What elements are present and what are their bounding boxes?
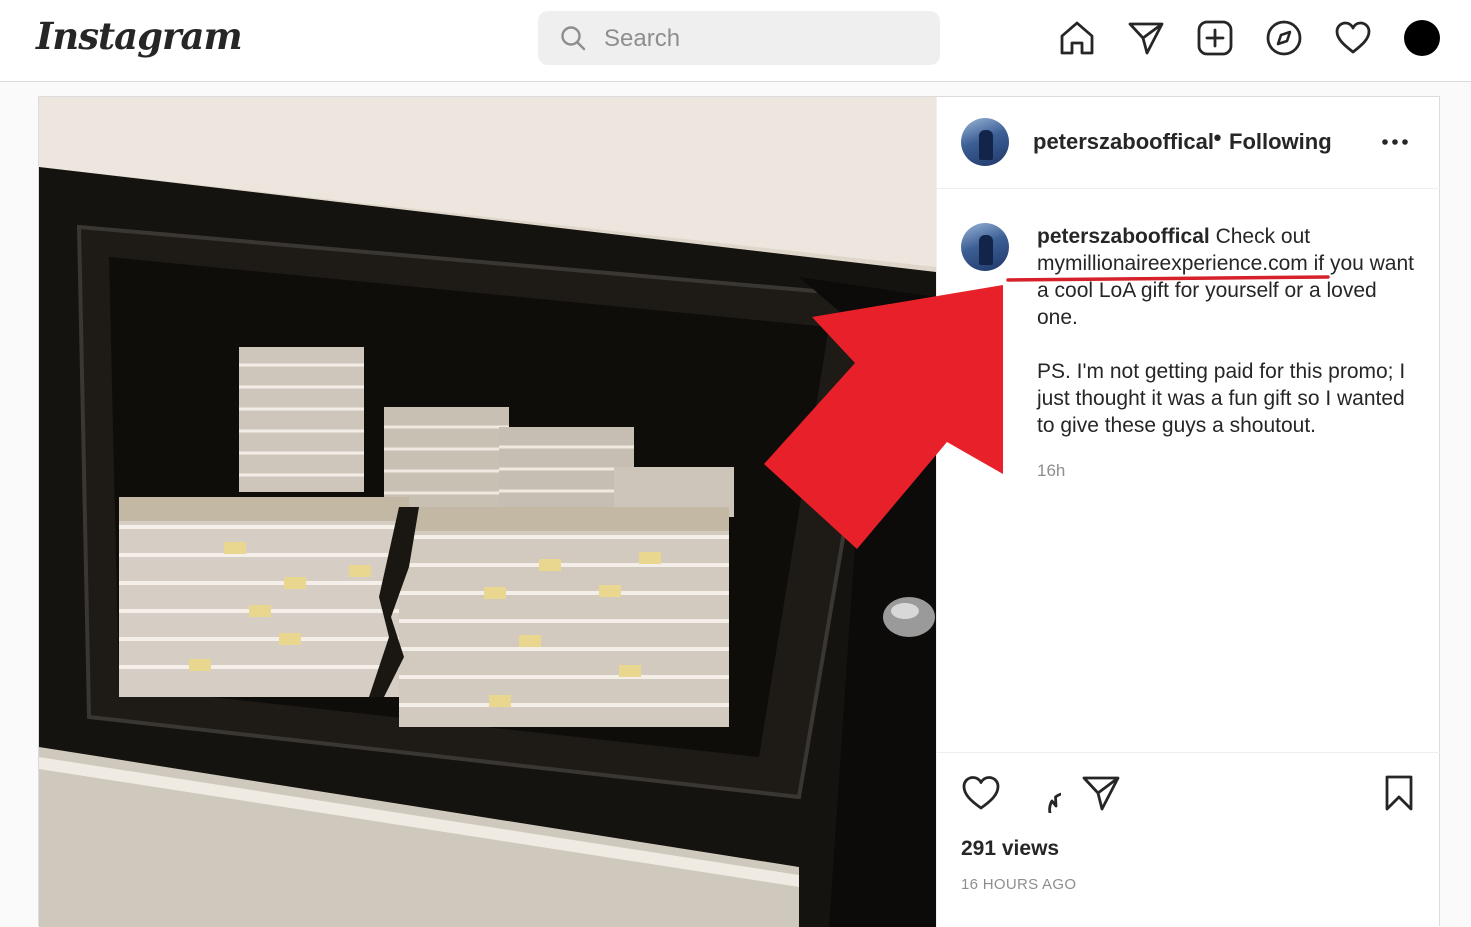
home-icon[interactable] — [1058, 19, 1096, 57]
profile-avatar[interactable] — [1404, 20, 1440, 56]
caption-timestamp[interactable]: 16h — [1037, 461, 1065, 481]
following-button[interactable]: Following — [1229, 129, 1332, 155]
search-box[interactable] — [538, 11, 940, 65]
author-username[interactable]: peterszabooffical — [1033, 129, 1214, 155]
post-card: peterszabooffical • Following peterszabo… — [38, 96, 1440, 927]
save-bookmark-icon[interactable] — [1379, 773, 1419, 813]
caption-username[interactable]: peterszabooffical — [1037, 225, 1210, 248]
caption-author-avatar[interactable] — [961, 223, 1009, 271]
search-input[interactable] — [602, 19, 926, 59]
more-options-icon[interactable] — [1381, 135, 1409, 149]
post-header: peterszabooffical • Following — [937, 97, 1440, 189]
instagram-logo[interactable]: Instagram — [36, 14, 243, 58]
caption-link[interactable]: mymillionaireexperience.com — [1037, 252, 1308, 275]
caption-lead-text: Check out — [1215, 225, 1311, 248]
search-icon — [561, 26, 586, 51]
separator-dot: • — [1211, 127, 1224, 152]
view-count[interactable]: 291 views — [961, 837, 1059, 861]
post-media-image[interactable] — [39, 97, 936, 927]
top-navbar: Instagram — [0, 0, 1471, 82]
post-caption: peterszabooffical Check out mymillionair… — [1037, 223, 1421, 466]
new-post-icon[interactable] — [1196, 19, 1234, 57]
caption-ps-text: PS. I'm not getting paid for this promo;… — [1037, 360, 1406, 437]
direct-message-icon[interactable] — [1127, 19, 1165, 57]
post-sidebar: peterszabooffical • Following peterszabo… — [936, 97, 1440, 927]
activity-heart-icon[interactable] — [1334, 19, 1372, 57]
post-age: 16 HOURS AGO — [961, 876, 1077, 893]
actions-divider — [937, 752, 1440, 753]
like-heart-icon[interactable] — [961, 773, 1001, 813]
share-send-icon[interactable] — [1081, 773, 1121, 813]
author-avatar[interactable] — [961, 118, 1009, 166]
explore-icon[interactable] — [1265, 19, 1303, 57]
comment-bubble-icon[interactable] — [1021, 773, 1084, 827]
